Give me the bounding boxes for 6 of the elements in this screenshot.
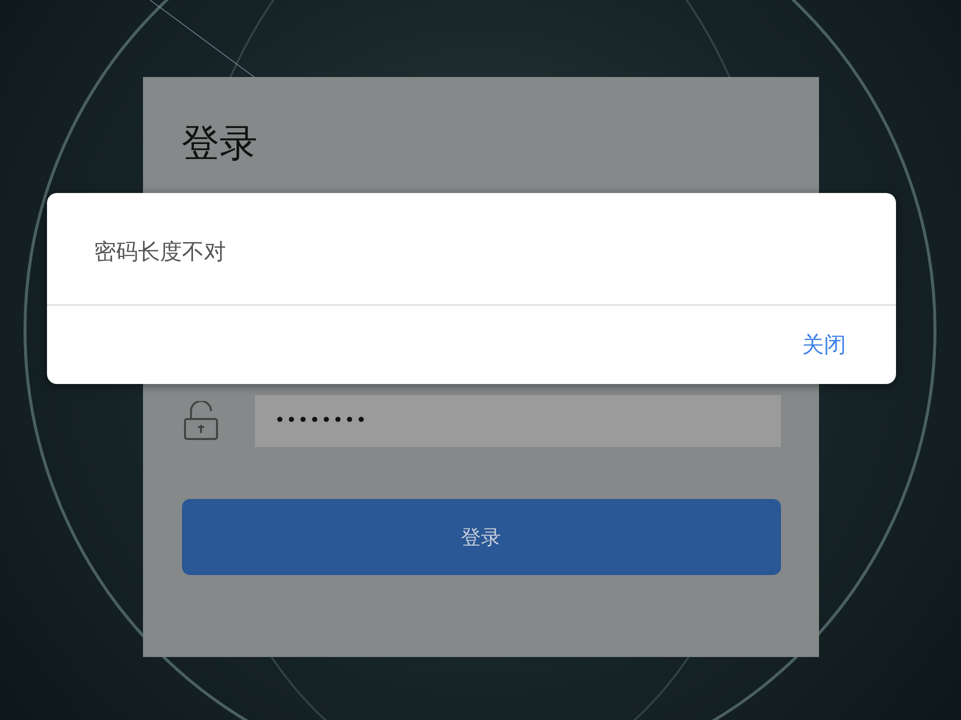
login-button[interactable]: 登录 [182, 499, 780, 575]
alert-message: 密码长度不对 [47, 193, 896, 306]
login-title: 登录 [182, 120, 258, 167]
password-field[interactable]: •••••••• [254, 395, 780, 447]
lock-icon [182, 401, 218, 441]
close-button[interactable]: 关闭 [802, 326, 846, 364]
